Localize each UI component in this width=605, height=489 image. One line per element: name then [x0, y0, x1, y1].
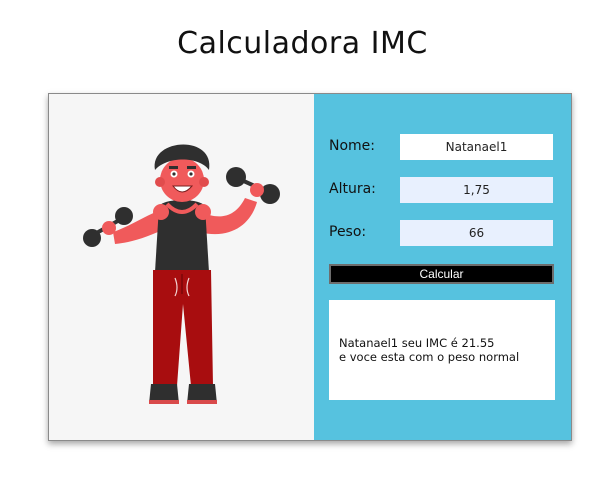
name-label: Nome: [329, 138, 376, 154]
illustration-panel [49, 94, 314, 440]
name-row: Nome: [329, 134, 555, 160]
weight-label: Peso: [329, 224, 367, 240]
result-line-1: Natanael1 seu IMC é 21.55 [339, 336, 495, 350]
fitness-man-illustration [83, 144, 280, 404]
calculate-button[interactable]: Calcular [329, 264, 554, 284]
result-line-2: e voce esta com o peso normal [339, 350, 520, 364]
height-row: Altura: [329, 177, 555, 203]
height-label: Altura: [329, 181, 376, 197]
page-title: Calculadora IMC [177, 26, 428, 61]
form-panel: Nome: Altura: Peso: Calcular Natanael1 s… [314, 94, 571, 440]
result-box: Natanael1 seu IMC é 21.55 e voce esta co… [329, 300, 555, 400]
weight-input[interactable] [400, 220, 553, 246]
height-input[interactable] [400, 177, 553, 203]
name-input[interactable] [400, 134, 553, 160]
calculator-card: Nome: Altura: Peso: Calcular Natanael1 s… [48, 93, 572, 441]
weight-row: Peso: [329, 220, 555, 246]
